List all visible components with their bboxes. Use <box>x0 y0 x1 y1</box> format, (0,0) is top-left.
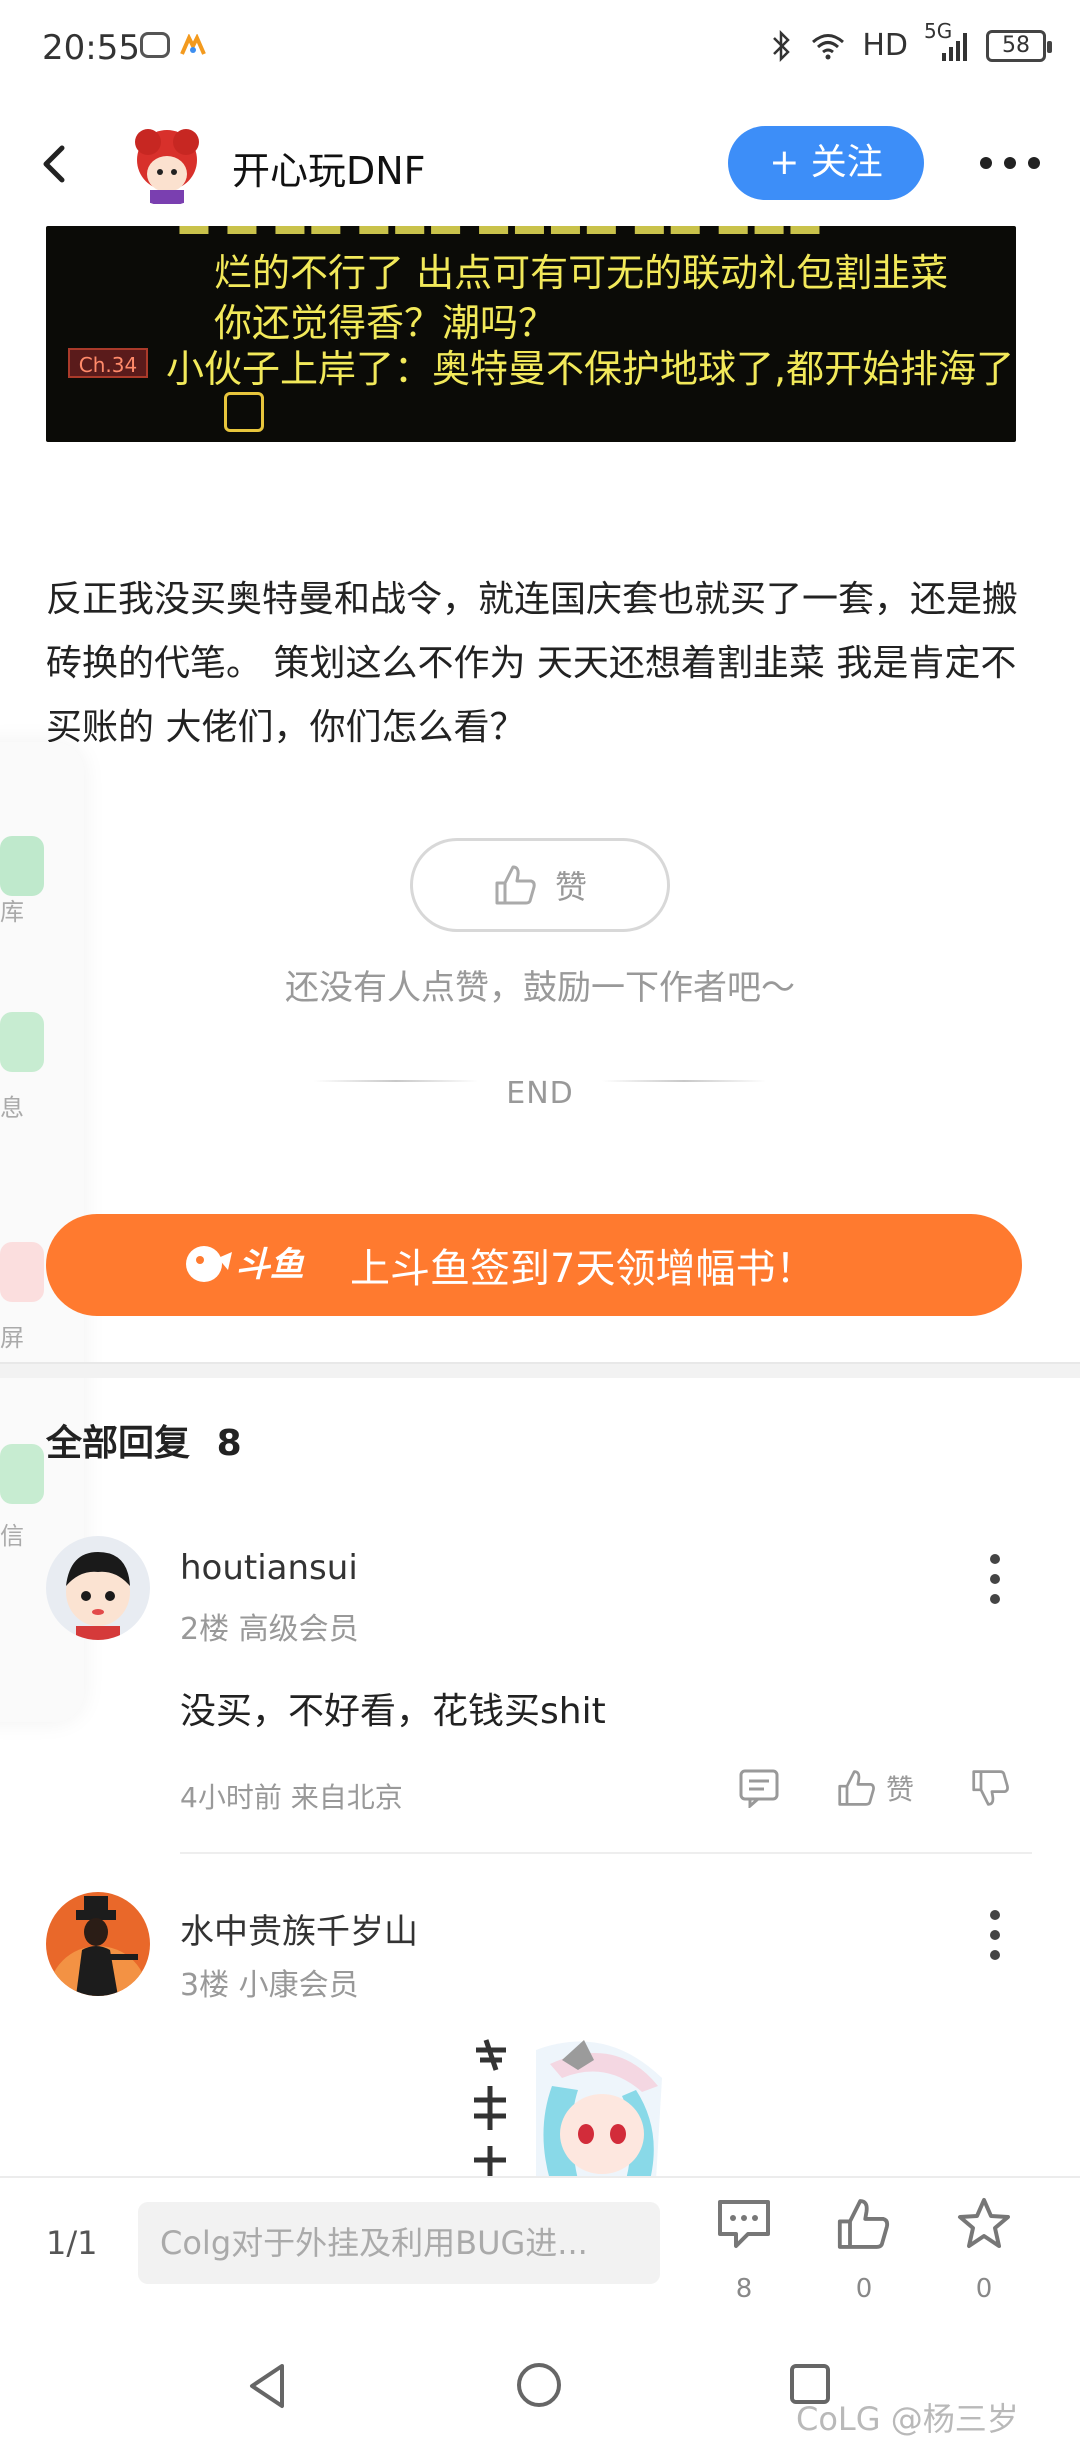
side-item-library[interactable]: 库 <box>0 836 44 926</box>
thumbs-up-icon <box>495 865 536 905</box>
like-button[interactable]: 赞 <box>410 838 670 932</box>
status-bar: 20:55 HD 5G 58 <box>0 0 1080 100</box>
comments-button[interactable]: 8 <box>704 2196 784 2306</box>
comment-author[interactable]: houtiansui <box>180 1548 358 1588</box>
replies-header: 全部回复 8 <box>46 1414 242 1466</box>
image-text-line-3: 小伙子上岸了：奥特曼不保护地球了,都开始排海了 <box>166 347 1015 391</box>
comment-count: 8 <box>735 2274 753 2304</box>
comment-meta: 3楼 小康会员 <box>180 1968 359 2003</box>
follow-button[interactable]: + 关注 <box>728 126 924 200</box>
reply-input[interactable]: Colg对于外挂及利用BUG进... <box>138 2202 660 2284</box>
avatar[interactable] <box>46 1536 150 1640</box>
comment-meta: 2楼 高级会员 <box>180 1612 359 1647</box>
replies-count: 8 <box>216 1423 242 1464</box>
signal-icon: 5G <box>924 19 970 63</box>
thumbs-up-icon <box>837 2199 890 2249</box>
side-label-library: 库 <box>0 898 24 926</box>
side-item-wechat[interactable]: 信 <box>0 1444 44 1550</box>
comment-item[interactable]: 水中贵族千岁山 3楼 小康会员 <box>0 1892 1080 2042</box>
wifi-icon <box>812 33 845 59</box>
favorite-button[interactable]: 0 <box>944 2196 1024 2306</box>
end-marker: END <box>506 1076 574 1111</box>
nav-back-icon[interactable] <box>244 2360 290 2412</box>
page-indicator[interactable]: 1/1 <box>46 2224 98 2262</box>
comment-icon <box>718 2200 770 2248</box>
like-count: 0 <box>855 2274 873 2304</box>
image-text-line-1: 烂的不行了 出点可有可无的联动礼包割韭菜 <box>214 251 949 295</box>
chat-notification-icon <box>140 32 170 58</box>
post-body: 反正我没买奥特曼和战令，就连国庆套也就买了一套，还是搬砖换的代笔。 策划这么不作… <box>46 579 1019 748</box>
bluetooth-icon <box>773 29 791 62</box>
like-label: 赞 <box>554 868 587 906</box>
post-like-button[interactable]: 0 <box>824 2196 904 2306</box>
forum-name[interactable]: 开心玩DNF <box>232 140 426 195</box>
douyu-logo-text: 斗鱼 <box>236 1245 305 1285</box>
comment-item[interactable]: houtiansui 2楼 高级会员 没买，不好看，花钱买shit 4小时前 来… <box>0 1536 1080 1856</box>
comment-author[interactable]: 水中贵族千岁山 <box>180 1904 418 1953</box>
more-options-icon[interactable] <box>980 148 1060 178</box>
status-time: 20:55 <box>42 28 140 68</box>
thumbs-up-icon <box>838 1770 875 1806</box>
image-chapter-tag: Ch.34 <box>68 348 148 378</box>
side-item-message[interactable]: 息 <box>0 1012 44 1122</box>
douyu-banner[interactable]: 斗鱼 上斗鱼签到7天领增幅书！ <box>46 1214 1022 1316</box>
image-chat-icon <box>224 392 264 432</box>
like-hint: 还没有人点赞，鼓励一下作者吧～ <box>285 968 795 1008</box>
star-icon <box>958 2198 1010 2248</box>
app-notification-icon <box>180 34 206 55</box>
comment-sticker-image[interactable] <box>466 2030 676 2180</box>
comment-like-button[interactable]: 赞 <box>836 1768 914 1808</box>
thumbs-down-icon[interactable] <box>970 1768 1012 1808</box>
reply-icon[interactable] <box>738 1768 780 1808</box>
network-type: HD <box>862 28 908 63</box>
comment-time-location: 4小时前 来自北京 <box>180 1781 403 1814</box>
side-label-screen: 屏 <box>0 1324 24 1352</box>
forum-avatar[interactable] <box>122 122 212 206</box>
back-icon[interactable] <box>30 136 80 192</box>
watermark: CoLG @杨三岁 <box>796 2400 1019 2438</box>
screen-icon <box>0 1242 44 1302</box>
comment-more-icon[interactable] <box>990 1910 1002 1960</box>
top-nav: 开心玩DNF + 关注 <box>0 108 1080 218</box>
avatar[interactable] <box>46 1892 150 1996</box>
message-icon <box>0 1012 44 1072</box>
comment-like-label: 赞 <box>886 1773 915 1806</box>
section-separator <box>0 1362 1080 1378</box>
library-icon <box>0 836 44 896</box>
comment-text: 没买，不好看，花钱买shit <box>180 1691 606 1732</box>
banner-text: 上斗鱼签到7天领增幅书！ <box>350 1246 816 1292</box>
nav-home-icon[interactable] <box>514 2360 564 2410</box>
bottom-action-bar: 1/1 Colg对于外挂及利用BUG进... 8 0 0 <box>0 2176 1080 2316</box>
comment-more-icon[interactable] <box>990 1554 1002 1604</box>
system-nav-bar: CoLG @杨三岁 <box>0 2316 1080 2460</box>
favorite-count: 0 <box>975 2274 993 2304</box>
side-item-screen[interactable]: 屏 <box>0 1242 44 1352</box>
comment-divider <box>180 1852 1032 1854</box>
wechat-icon <box>0 1444 44 1504</box>
douyu-logo: 斗鱼 <box>184 1234 324 1296</box>
replies-title: 全部回复 <box>46 1423 191 1464</box>
post-image[interactable]: ▬ ▬ ▬▬ ▬▬▬ ▬▬▬▬ ▬▬ ▬▬▬ 烂的不行了 出点可有可无的联动礼包… <box>46 226 1016 442</box>
battery-icon: 58 <box>986 29 1052 62</box>
